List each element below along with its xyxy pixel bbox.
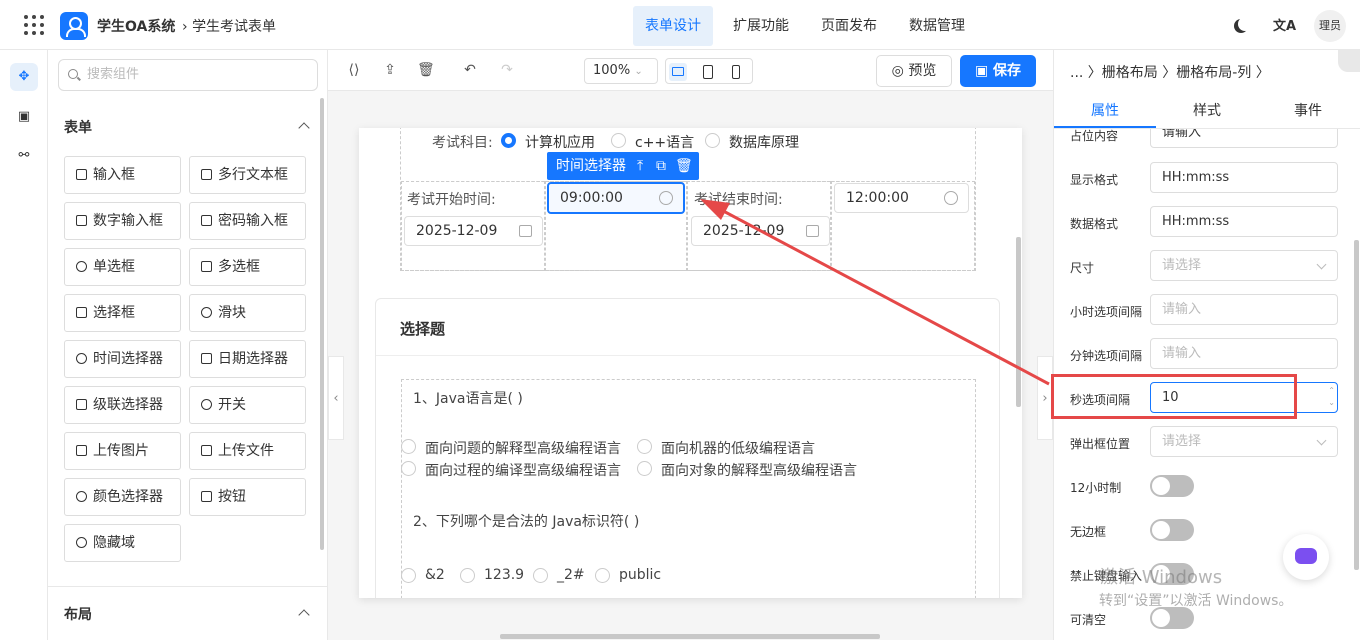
- assistant-bot-icon[interactable]: [1283, 534, 1329, 580]
- windows-watermark-sub: 转到“设置”以激活 Windows。: [1099, 593, 1293, 609]
- annotation-arrow: [700, 199, 1050, 386]
- windows-watermark: 激活 Windows: [1100, 567, 1223, 588]
